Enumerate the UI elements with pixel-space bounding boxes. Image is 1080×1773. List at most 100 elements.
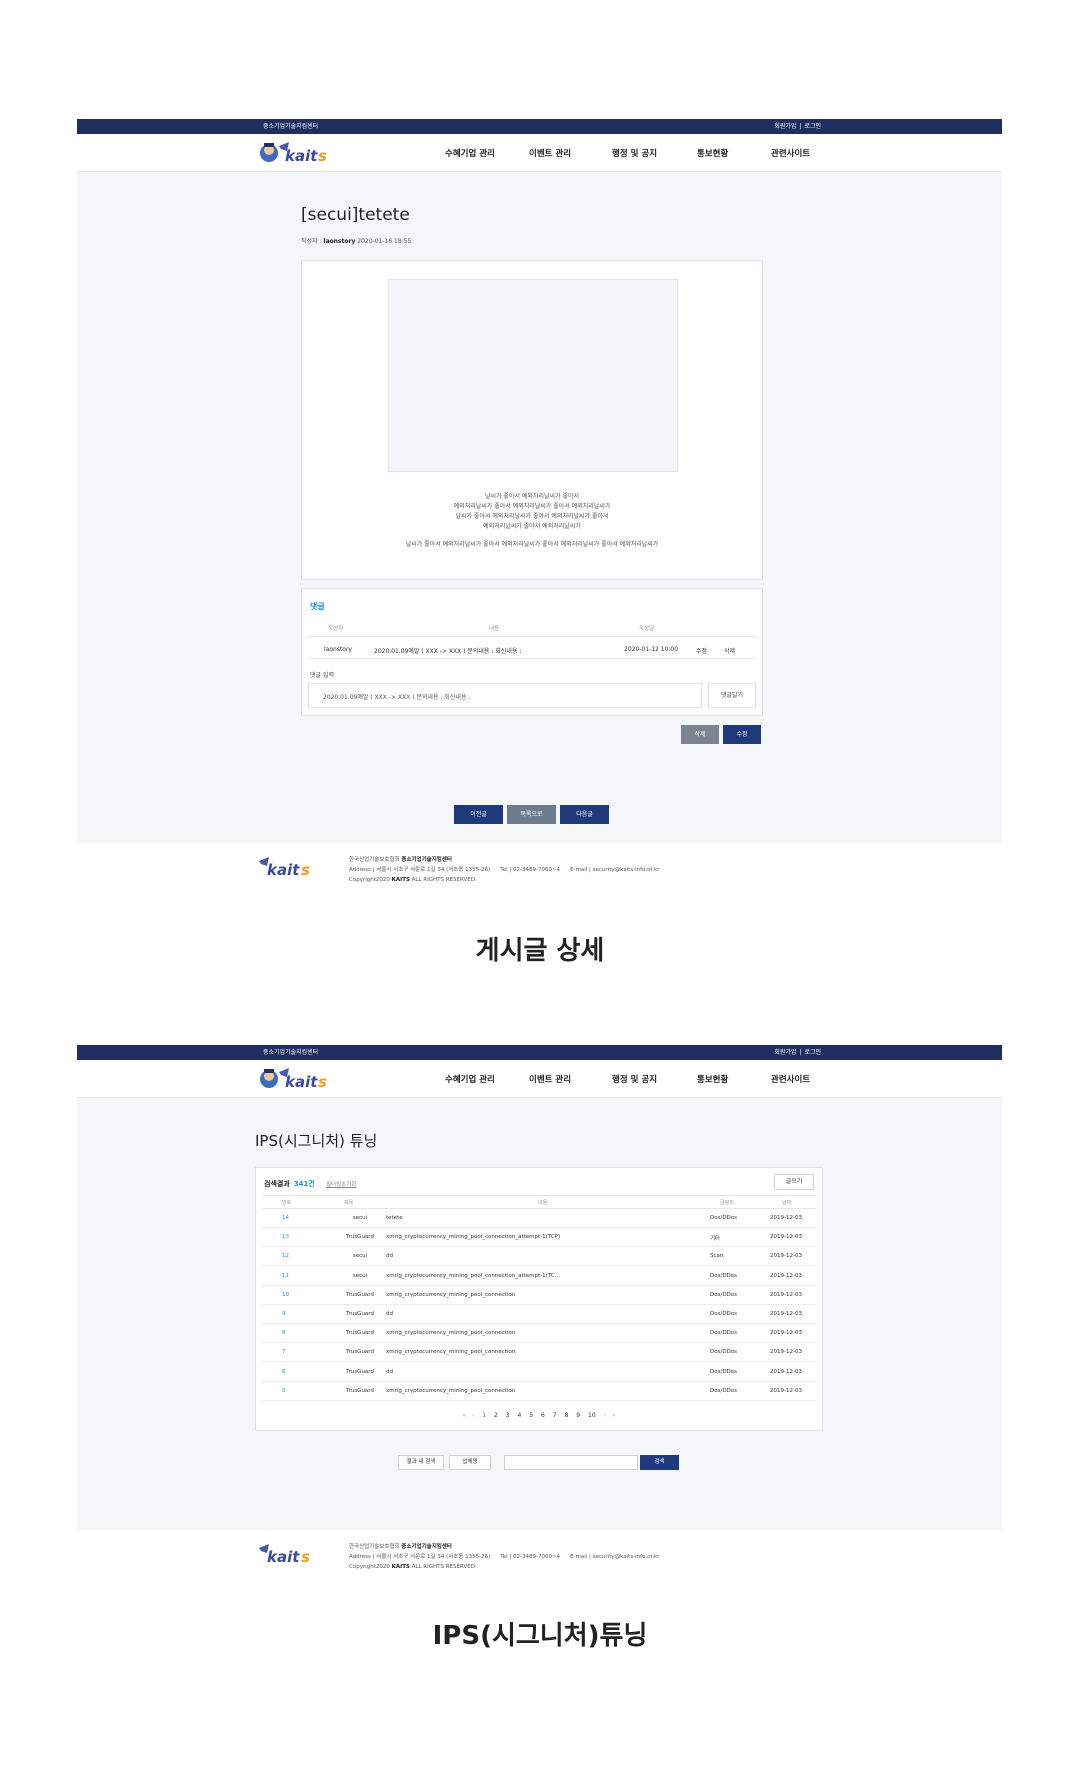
row-content[interactable]: tetete (386, 1215, 403, 1221)
comment-edit-link[interactable]: 수정 (696, 646, 707, 655)
signup-link[interactable]: 회원가입 (774, 123, 796, 130)
footer-email[interactable]: E-mail | security@kaits-info.or.kr (570, 1554, 659, 1560)
svg-text:s: s (301, 861, 310, 879)
table-row[interactable]: 9 TrusGuard dd Dos/DDos 2019-12-03 (262, 1305, 816, 1324)
post-body-line: 날씨가 좋아서 예외처리날씨가 좋아서 예외처리날씨가 좋아서 예외처리날씨가 … (405, 541, 659, 548)
search-button[interactable]: 검색 (640, 1455, 679, 1470)
nav-item-event[interactable]: 이벤트 관리 (529, 1073, 571, 1085)
comment-submit-button[interactable]: 댓글달기 (708, 683, 756, 708)
row-number: 10 (282, 1291, 289, 1298)
page-number[interactable]: 6 (541, 1412, 545, 1419)
comment-header-content: 내용 (489, 626, 500, 632)
center-name: 중소기업기술지킴센터 (263, 1049, 319, 1056)
nav-item-admin-notice[interactable]: 행정 및 공지 (612, 147, 657, 159)
page-number[interactable]: 4 (518, 1412, 522, 1419)
kaits-logo[interactable]: kait s (259, 1063, 327, 1095)
row-content[interactable]: dd (386, 1311, 393, 1317)
page-number[interactable]: 8 (565, 1412, 569, 1419)
row-content[interactable]: xmrig_cryptocurrency_mining_pool_connect… (386, 1349, 515, 1355)
search-scope-select[interactable]: 결과 내 검색 (398, 1455, 444, 1470)
back-to-list-button[interactable]: 목록으로 (507, 805, 556, 824)
table-row[interactable]: 12 secui dd Scan 2019-12-03 (262, 1247, 816, 1267)
search-input[interactable] (504, 1455, 638, 1470)
page-number[interactable]: 7 (553, 1412, 557, 1419)
kaits-logo[interactable]: kait s (259, 137, 327, 169)
row-content[interactable]: xmrig_cryptocurrency_mining_pool_connect… (386, 1292, 515, 1298)
post-content: 날씨가 좋아서 예외처리날씨가 좋아서 예외처리날씨가 좋아서 예외처리날씨가 … (301, 260, 763, 580)
caption-post-detail: 게시글 상세 (475, 936, 605, 966)
table-row[interactable]: 6 TrusGuard dd Dos/DDos 2019-12-03 (262, 1363, 816, 1382)
table-row[interactable]: 14 secui tetete Dos/DDos 2019-12-03 (262, 1209, 816, 1228)
table-row[interactable]: 10 TrusGuard xmrig_cryptocurrency_mining_p… (262, 1286, 816, 1305)
page-number[interactable]: 1 (482, 1412, 486, 1419)
comment-delete-link[interactable]: 삭제 (724, 646, 735, 655)
row-category: Dos/DDos (710, 1330, 738, 1337)
nav-item-beneficiary[interactable]: 수혜기업 관리 (445, 147, 495, 159)
page-number[interactable]: 9 (576, 1412, 580, 1419)
nav-item-report-status[interactable]: 통보현황 (697, 1073, 728, 1085)
row-category: Dos/DDos (710, 1272, 738, 1279)
row-date: 2019-12-03 (770, 1272, 802, 1279)
post-body-line: 날씨가 좋아서 예외처리날씨가 좋아서 예외처리날씨가 좋아서 (455, 513, 609, 520)
row-date: 2019-12-03 (770, 1291, 802, 1298)
svg-text:s: s (318, 147, 327, 165)
filter-reset-link[interactable]: 필터링초기화 (326, 1180, 356, 1188)
prev-post-button[interactable]: 이전글 (454, 805, 503, 824)
row-date: 2019-12-03 (770, 1330, 802, 1337)
search-field-select[interactable]: 업체명 (449, 1455, 491, 1470)
prev-page-button[interactable]: ‹ (472, 1412, 474, 1419)
table-row[interactable]: 8 TrusGuard xmrig_cryptocurrency_mining_po… (262, 1324, 816, 1344)
delete-button[interactable]: 삭제 (681, 725, 719, 744)
first-page-button[interactable]: « (462, 1412, 466, 1419)
row-content[interactable]: xmrig_cryptocurrency_mining_pool_connect… (386, 1273, 560, 1279)
footer-address: Address | 서울시 서초구 서운로 1길 34 (서초동 1355-26… (349, 1554, 491, 1560)
row-content[interactable]: xmrig_cryptocurrency_mining_pool_connect… (386, 1388, 515, 1394)
footer-copyright-suffix: ALL RIGHTS RESERVED. (409, 1564, 477, 1570)
footer-email[interactable]: E-mail | security@kaits-info.or.kr (570, 867, 659, 873)
post-meta: 작성자 : laonstory 2020-01-16 18:55 (301, 236, 411, 245)
login-link[interactable]: 로그인 (804, 1049, 821, 1056)
main-navbar: kait s 수혜기업 관리 이벤트 관리 행정 및 공지 통보현황 관련사이트 (77, 134, 1002, 172)
row-date: 2019-12-03 (770, 1253, 802, 1260)
nav-item-related-sites[interactable]: 관련사이트 (771, 147, 810, 159)
kaits-footer-logo: kait s (259, 1544, 310, 1566)
nav-item-beneficiary[interactable]: 수혜기업 관리 (445, 1073, 495, 1085)
row-content[interactable]: dd (386, 1253, 393, 1259)
table-row[interactable]: 11 secui xmrig_cryptocurrency_mining_pool_… (262, 1267, 816, 1286)
page-number[interactable]: 3 (506, 1412, 510, 1419)
page-number[interactable]: 5 (529, 1412, 533, 1419)
page-number[interactable]: 2 (494, 1412, 498, 1419)
login-link[interactable]: 로그인 (804, 123, 821, 130)
row-title: TrusGuard (346, 1387, 374, 1394)
row-date: 2019-12-03 (770, 1387, 802, 1394)
write-button[interactable]: 글쓰기 (774, 1174, 814, 1190)
row-content[interactable]: dd (386, 1369, 393, 1375)
nav-item-admin-notice[interactable]: 행정 및 공지 (612, 1073, 657, 1085)
row-title: TrusGuard (346, 1234, 374, 1241)
table-row[interactable]: 5 TrusGuard xmrig_cryptocurrency_mining_po… (262, 1382, 816, 1401)
next-page-button[interactable]: › (604, 1412, 606, 1419)
next-post-button[interactable]: 다음글 (560, 805, 609, 824)
signup-link[interactable]: 회원가입 (774, 1049, 796, 1056)
footer-center: 중소기업기술지킴센터 (401, 857, 452, 863)
footer-info: 한국산업기술보호협회 중소기업기술지킴센터 Address | 서울시 서초구 … (349, 1542, 659, 1572)
table-row[interactable]: 13 TrusGuard xmrig_cryptocurrency_mining_p… (262, 1228, 816, 1248)
nav-item-report-status[interactable]: 통보현황 (697, 147, 728, 159)
nav-item-event[interactable]: 이벤트 관리 (529, 147, 571, 159)
row-category: 기타 (710, 1236, 721, 1243)
edit-button[interactable]: 수정 (723, 725, 761, 744)
post-body-line: 예외처리날씨가 좋아서 예외처리날씨가 좋아서 예외처리날씨가 (453, 503, 611, 510)
comment-date: 2020-01-12 10:00 (624, 646, 679, 653)
nav-item-related-sites[interactable]: 관련사이트 (771, 1073, 810, 1085)
row-title: TrusGuard (346, 1330, 374, 1337)
last-page-button[interactable]: » (612, 1412, 616, 1419)
site-footer: kait s 한국산업기술보호협회 중소기업기술지킴센터 Address | 서… (77, 1530, 1002, 1610)
table-row[interactable]: 7 TrusGuard xmrig_cryptocurrency_mining_po… (262, 1343, 816, 1363)
footer-tel: Tel | 02-3489-7060~4 (500, 867, 561, 873)
footer-tel: Tel | 02-3489-7060~4 (500, 1554, 561, 1560)
row-content[interactable]: xmrig_cryptocurrency_mining_pool_connect… (386, 1330, 515, 1336)
comment-input[interactable]: 2020.01.09예알 ( XXX -> XXX ) 문의내용 : 회신내용 … (308, 683, 702, 708)
svg-text:kait: kait (267, 1548, 300, 1566)
row-content[interactable]: xmrig_cryptocurrency_mining_pool_connect… (386, 1234, 560, 1240)
page-number[interactable]: 10 (588, 1412, 596, 1419)
